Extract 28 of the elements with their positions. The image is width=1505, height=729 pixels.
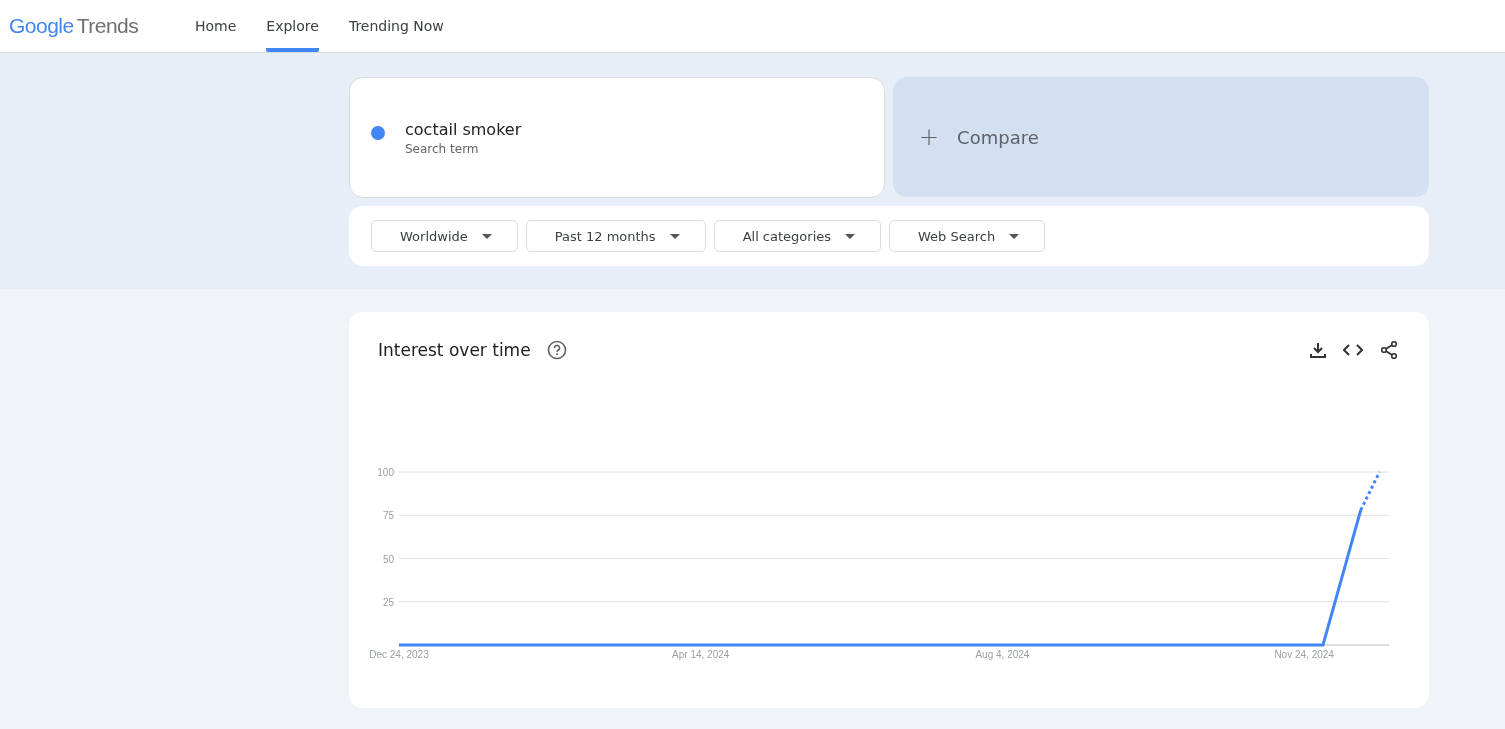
caret-icon [669,233,680,239]
download-icon[interactable] [1309,341,1327,359]
share-icon[interactable] [1379,340,1399,360]
google-trends-logo[interactable]: GoogleTrends [0,0,195,52]
caret-icon [481,233,492,239]
search-term: coctail smoker [405,119,522,139]
x-axis-label: Nov 24, 2024 [1274,649,1334,660]
chart-title: Interest over time [378,340,531,360]
y-axis-label: 75 [382,510,394,522]
help-icon[interactable] [546,340,567,360]
compare-button[interactable]: + Compare [893,77,1429,197]
nav-tab[interactable]: Home [195,0,237,52]
x-axis-label: Dec 24, 2023 [369,649,429,660]
y-axis-label: 50 [382,553,394,565]
nav-tab[interactable]: Trending Now [348,0,444,52]
x-axis-label: Apr 14, 2024 [672,649,730,660]
search-term-subtitle: Search term [405,141,480,156]
filter-dropdown[interactable]: Worldwide [371,220,518,252]
filter-dropdown[interactable]: All categories [713,220,882,252]
filter-dropdown[interactable]: Past 12 months [525,220,706,252]
y-axis-label: 100 [377,467,394,478]
filter-dropdown[interactable]: Web Search [889,220,1046,252]
y-axis-label: 25 [382,596,394,608]
search-term-card[interactable]: coctail smoker Search term [349,77,885,198]
caret-icon [1009,233,1020,239]
caret-icon [845,233,856,239]
embed-code-icon[interactable] [1343,343,1363,357]
x-axis-label: Aug 4, 2024 [975,649,1030,660]
